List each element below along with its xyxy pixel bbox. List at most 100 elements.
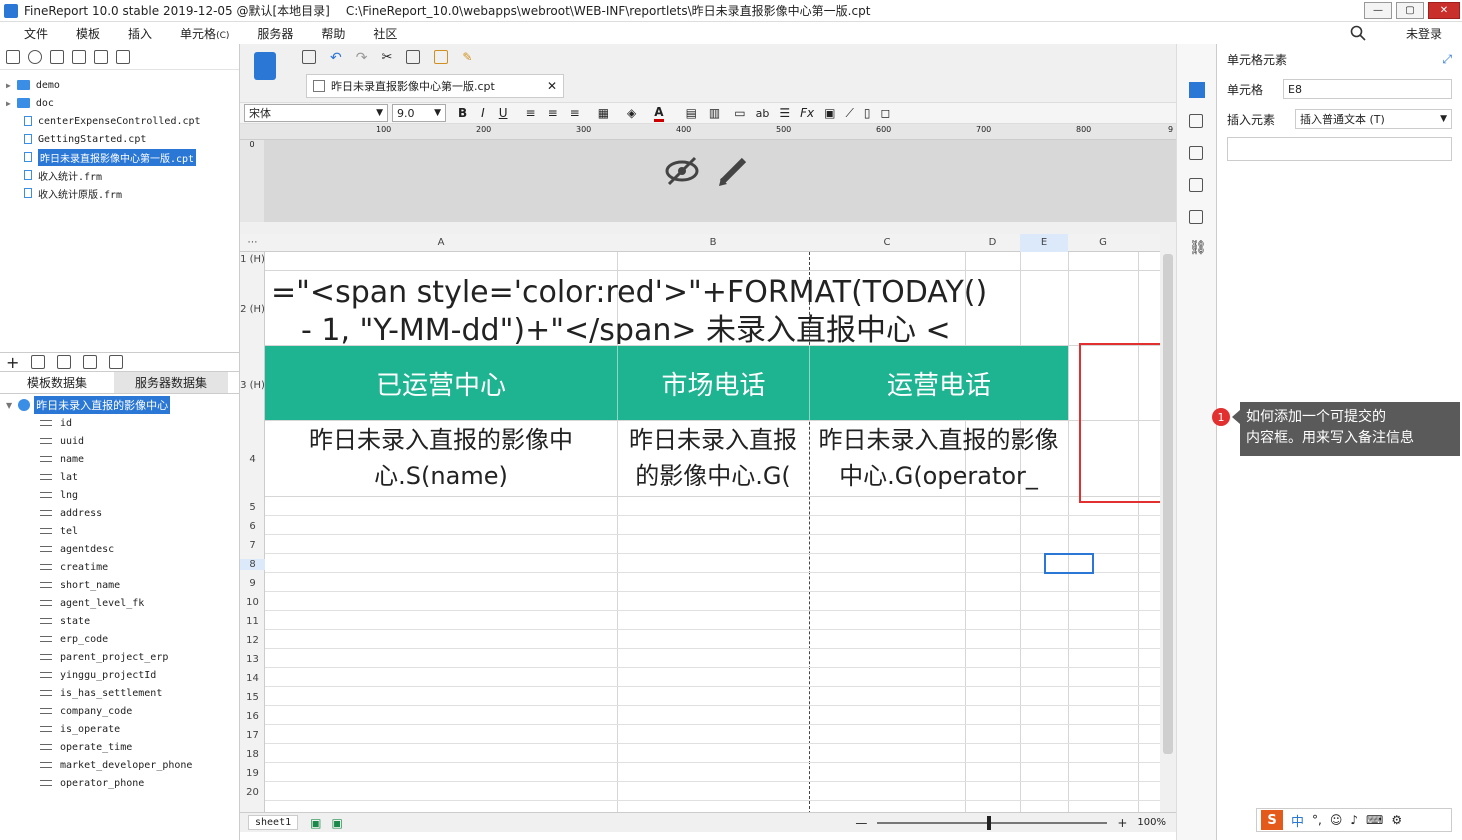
format-painter-icon[interactable]: ✎	[462, 50, 472, 66]
minimize-button[interactable]: —	[1364, 2, 1392, 19]
border-icon[interactable]: ▦	[598, 106, 609, 120]
tab-server-dataset[interactable]: 服务器数据集	[114, 372, 228, 393]
data-cell-name[interactable]: 昨日未录入直报的影像中心.S(name)	[265, 421, 617, 495]
row-label[interactable]: 7	[240, 540, 265, 551]
content-input[interactable]	[1227, 137, 1452, 161]
delete-icon[interactable]	[94, 49, 108, 64]
condition-icon[interactable]	[1189, 210, 1203, 224]
field-item[interactable]: address	[0, 504, 239, 522]
menu-help[interactable]: 帮助	[307, 25, 359, 42]
tree-item-file[interactable]: GettingStarted.cpt	[0, 130, 239, 148]
column-label-g[interactable]: G	[1068, 234, 1138, 252]
text-icon[interactable]: ab	[756, 107, 770, 120]
row-label[interactable]: 4	[240, 454, 265, 465]
zoom-in-icon[interactable]: +	[1117, 816, 1127, 830]
image-icon[interactable]: ▣	[824, 106, 835, 120]
cell-input[interactable]: E8	[1283, 79, 1452, 99]
zoom-slider[interactable]	[877, 815, 1108, 830]
settings-icon[interactable]: ⚙	[1391, 813, 1402, 827]
align-left-icon[interactable]: ≡	[526, 106, 536, 120]
edit-icon[interactable]	[31, 355, 46, 369]
row-label[interactable]: 13	[240, 654, 265, 665]
server-icon[interactable]	[109, 355, 124, 369]
underline-icon[interactable]: U	[499, 106, 508, 120]
design-mode-icon[interactable]	[254, 52, 276, 80]
field-item[interactable]: tel	[0, 522, 239, 540]
ime-mode[interactable]: 中	[1291, 811, 1304, 830]
zoom-out-icon[interactable]: —	[855, 816, 867, 830]
paste-icon[interactable]	[434, 50, 449, 64]
fill-color-icon[interactable]: ◈	[627, 106, 636, 120]
document-tab[interactable]: 昨日未录直报影像中心第一版.cpt ✕	[306, 74, 564, 98]
close-window-button[interactable]: ✕	[1428, 2, 1460, 19]
field-item[interactable]: parent_project_erp	[0, 648, 239, 666]
add-poly-sheet-icon[interactable]: ▣	[331, 816, 342, 830]
edit-pencil-icon[interactable]	[716, 152, 750, 188]
row-label[interactable]: 3 (H)	[240, 380, 265, 391]
copy-icon[interactable]	[116, 49, 130, 64]
menu-cell[interactable]: 单元格(C)	[166, 25, 243, 42]
edit-icon[interactable]	[50, 49, 64, 64]
emoji-icon[interactable]: ☺	[1330, 813, 1343, 827]
column-label-b[interactable]: B	[617, 234, 809, 252]
undo-icon[interactable]: ↶	[330, 50, 342, 66]
add-sheet-icon[interactable]: ▣	[310, 816, 321, 830]
add-icon[interactable]: +	[6, 353, 19, 372]
row-label[interactable]: 14	[240, 673, 265, 684]
row-label[interactable]: 12	[240, 635, 265, 646]
font-family-select[interactable]: 宋体 ▼	[244, 104, 388, 122]
row-label[interactable]: 15	[240, 692, 265, 703]
menu-server[interactable]: 服务器	[243, 25, 307, 42]
dataset-node[interactable]: ▼ 昨日未录入直报的影像中心	[0, 396, 239, 414]
field-item[interactable]: is_operate	[0, 720, 239, 738]
field-item[interactable]: lat	[0, 468, 239, 486]
save-icon[interactable]	[302, 50, 316, 64]
sub-report-icon[interactable]: ▯	[864, 106, 871, 120]
field-item[interactable]: uuid	[0, 432, 239, 450]
bold-icon[interactable]: B	[458, 106, 467, 120]
row-label[interactable]: 2 (H)	[240, 304, 265, 315]
field-item[interactable]: erp_code	[0, 630, 239, 648]
refresh-icon[interactable]	[28, 49, 42, 64]
paragraph-icon[interactable]: ☰	[779, 106, 790, 120]
field-item[interactable]: name	[0, 450, 239, 468]
cell-frame-icon[interactable]	[1189, 146, 1203, 160]
close-tab-icon[interactable]: ✕	[547, 79, 557, 93]
row-label[interactable]: 16	[240, 711, 265, 722]
tree-item-file[interactable]: centerExpenseControlled.cpt	[0, 112, 239, 130]
row-label[interactable]: 8	[240, 559, 265, 570]
column-label-d[interactable]: D	[965, 234, 1020, 252]
field-item[interactable]: operate_time	[0, 738, 239, 756]
menu-community[interactable]: 社区	[359, 25, 411, 42]
row-label[interactable]: 10	[240, 597, 265, 608]
row-label[interactable]: 9	[240, 578, 265, 589]
tab-template-dataset[interactable]: 模板数据集	[0, 372, 114, 393]
data-cell-operator-phone[interactable]: 昨日未录入直报的影像中心.G(operator_	[809, 421, 1068, 495]
row-label[interactable]: 5	[240, 502, 265, 513]
frame-icon[interactable]: ◻	[880, 106, 890, 120]
delete-icon[interactable]	[57, 355, 72, 369]
unmerge-icon[interactable]: ▥	[709, 106, 720, 120]
vertical-scrollbar[interactable]	[1160, 234, 1176, 814]
field-item[interactable]: yinggu_projectId	[0, 666, 239, 684]
tree-item-file[interactable]: 收入统计原版.frm	[0, 184, 239, 202]
column-label-a[interactable]: A	[265, 234, 617, 252]
cell-element-icon[interactable]	[1189, 82, 1205, 98]
font-size-select[interactable]: 9.0 ▼	[392, 104, 446, 122]
insert-select[interactable]: 插入普通文本 (T) ▼	[1295, 109, 1452, 129]
expand-icon[interactable]: ⤢	[1442, 52, 1452, 67]
scrollbar-thumb[interactable]	[1163, 254, 1173, 754]
header-cell-operation-phone[interactable]: 运营电话	[809, 346, 1068, 420]
tree-item-doc[interactable]: ▶ doc	[0, 94, 239, 112]
hide-eye-icon[interactable]	[664, 154, 700, 188]
row-label[interactable]: 18	[240, 749, 265, 760]
field-item[interactable]: creatime	[0, 558, 239, 576]
select-all-icon[interactable]: ⋯	[240, 234, 265, 252]
microphone-icon[interactable]: ♪	[1350, 813, 1358, 827]
header-cell-operating-center[interactable]: 已运营中心	[265, 346, 617, 420]
header-cell-market-phone[interactable]: 市场电话	[617, 346, 809, 420]
tree-item-demo[interactable]: ▶ demo	[0, 76, 239, 94]
menu-template[interactable]: 模板	[62, 25, 114, 42]
field-item[interactable]: company_code	[0, 702, 239, 720]
copy-icon[interactable]	[406, 50, 421, 64]
